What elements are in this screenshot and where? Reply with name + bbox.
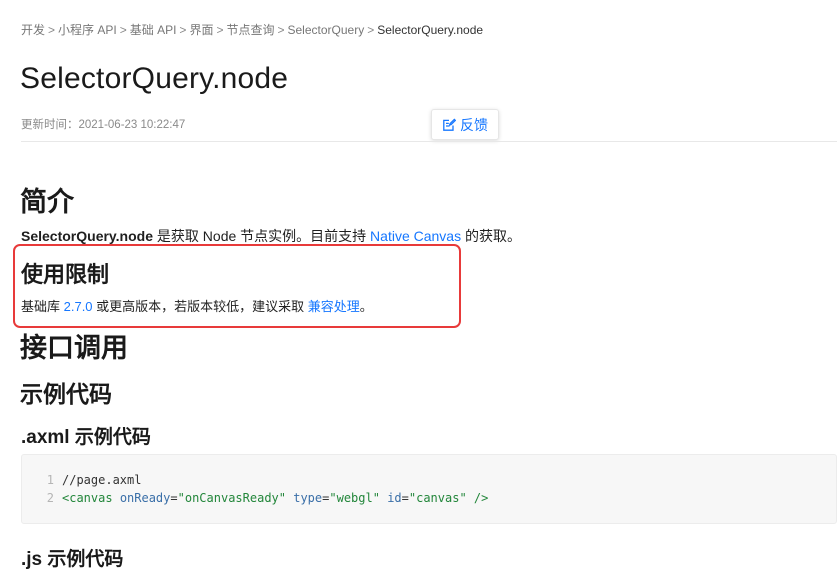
intro-text-end: 的获取。 xyxy=(461,228,521,244)
intro-text: 是获取 Node 节点实例。目前支持 xyxy=(153,228,371,244)
js-example-heading: .js 示例代码 xyxy=(21,549,124,570)
code-string: "canvas" xyxy=(408,491,467,505)
limit-text: 基础库 xyxy=(21,299,64,314)
code-line: 1 //page.axml xyxy=(22,471,836,489)
page-title: SelectorQuery.node xyxy=(20,62,289,95)
code-comment: //page.axml xyxy=(62,473,142,487)
usage-limit-heading: 使用限制 xyxy=(21,262,110,287)
line-number: 2 xyxy=(46,491,54,505)
feedback-label: 反馈 xyxy=(460,116,488,133)
native-canvas-link[interactable]: Native Canvas xyxy=(370,228,461,244)
intro-heading: 简介 xyxy=(20,187,74,217)
axml-example-heading: .axml 示例代码 xyxy=(21,427,151,448)
edit-note-icon xyxy=(442,117,456,132)
code-tag-close: /> xyxy=(473,491,489,505)
usage-limit-paragraph: 基础库 2.7.0 或更高版本，若版本较低，建议采取 兼容处理。 xyxy=(21,296,373,315)
code-attr: onReady xyxy=(119,491,171,505)
breadcrumb-item-interface[interactable]: 界面 xyxy=(189,23,213,37)
breadcrumb-item-selectorquery[interactable]: SelectorQuery xyxy=(288,23,365,37)
breadcrumb-separator: > xyxy=(277,23,285,37)
limit-text-end: 。 xyxy=(359,299,373,314)
example-code-heading: 示例代码 xyxy=(20,381,112,407)
code-string: "onCanvasReady" xyxy=(177,491,286,505)
version-link[interactable]: 2.7.0 xyxy=(64,299,93,314)
compatibility-link[interactable]: 兼容处理 xyxy=(308,299,360,314)
title-divider xyxy=(21,141,837,142)
breadcrumb-separator: > xyxy=(367,23,375,37)
code-block: 1//page.axml 2 <canvas onReady = "onCanvasR… xyxy=(21,454,837,524)
breadcrumb-item-miniprogram-api[interactable]: 小程序 API xyxy=(58,23,117,37)
breadcrumb-separator: > xyxy=(48,23,56,37)
breadcrumb-item-basic-api[interactable]: 基础 API xyxy=(130,23,177,37)
code-attr: id xyxy=(387,491,402,505)
code-string: "webgl" xyxy=(329,491,380,505)
updated-timestamp: 更新时间：2021-06-23 10:22:47 xyxy=(21,119,186,131)
breadcrumb-item-node-query[interactable]: 节点查询 xyxy=(226,23,274,37)
feedback-button[interactable]: 反馈 xyxy=(431,109,499,140)
breadcrumb-separator: > xyxy=(179,23,187,37)
api-call-heading: 接口调用 xyxy=(20,333,128,363)
breadcrumb: 开发 > 小程序 API > 基础 API > 界面 > 节点查询 > SelectorQuery >… xyxy=(21,21,483,38)
line-number: 1 xyxy=(46,473,54,487)
code-line: 2 <canvas onReady = "onCanvasReady" type = "w… xyxy=(22,489,836,507)
code-tag-open: <canvas xyxy=(62,491,113,505)
breadcrumb-item-current: SelectorQuery.node xyxy=(377,23,484,37)
breadcrumb-separator: > xyxy=(119,23,127,37)
breadcrumb-item-develop[interactable]: 开发 xyxy=(21,23,45,37)
code-attr: type xyxy=(293,491,323,505)
api-name: SelectorQuery.node xyxy=(21,228,154,244)
breadcrumb-separator: > xyxy=(216,23,224,37)
limit-text-middle: 或更高版本，若版本较低，建议采取 xyxy=(92,299,308,314)
intro-paragraph: SelectorQuery.node 是获取 Node 节点实例。目前支持 Na… xyxy=(21,226,521,246)
